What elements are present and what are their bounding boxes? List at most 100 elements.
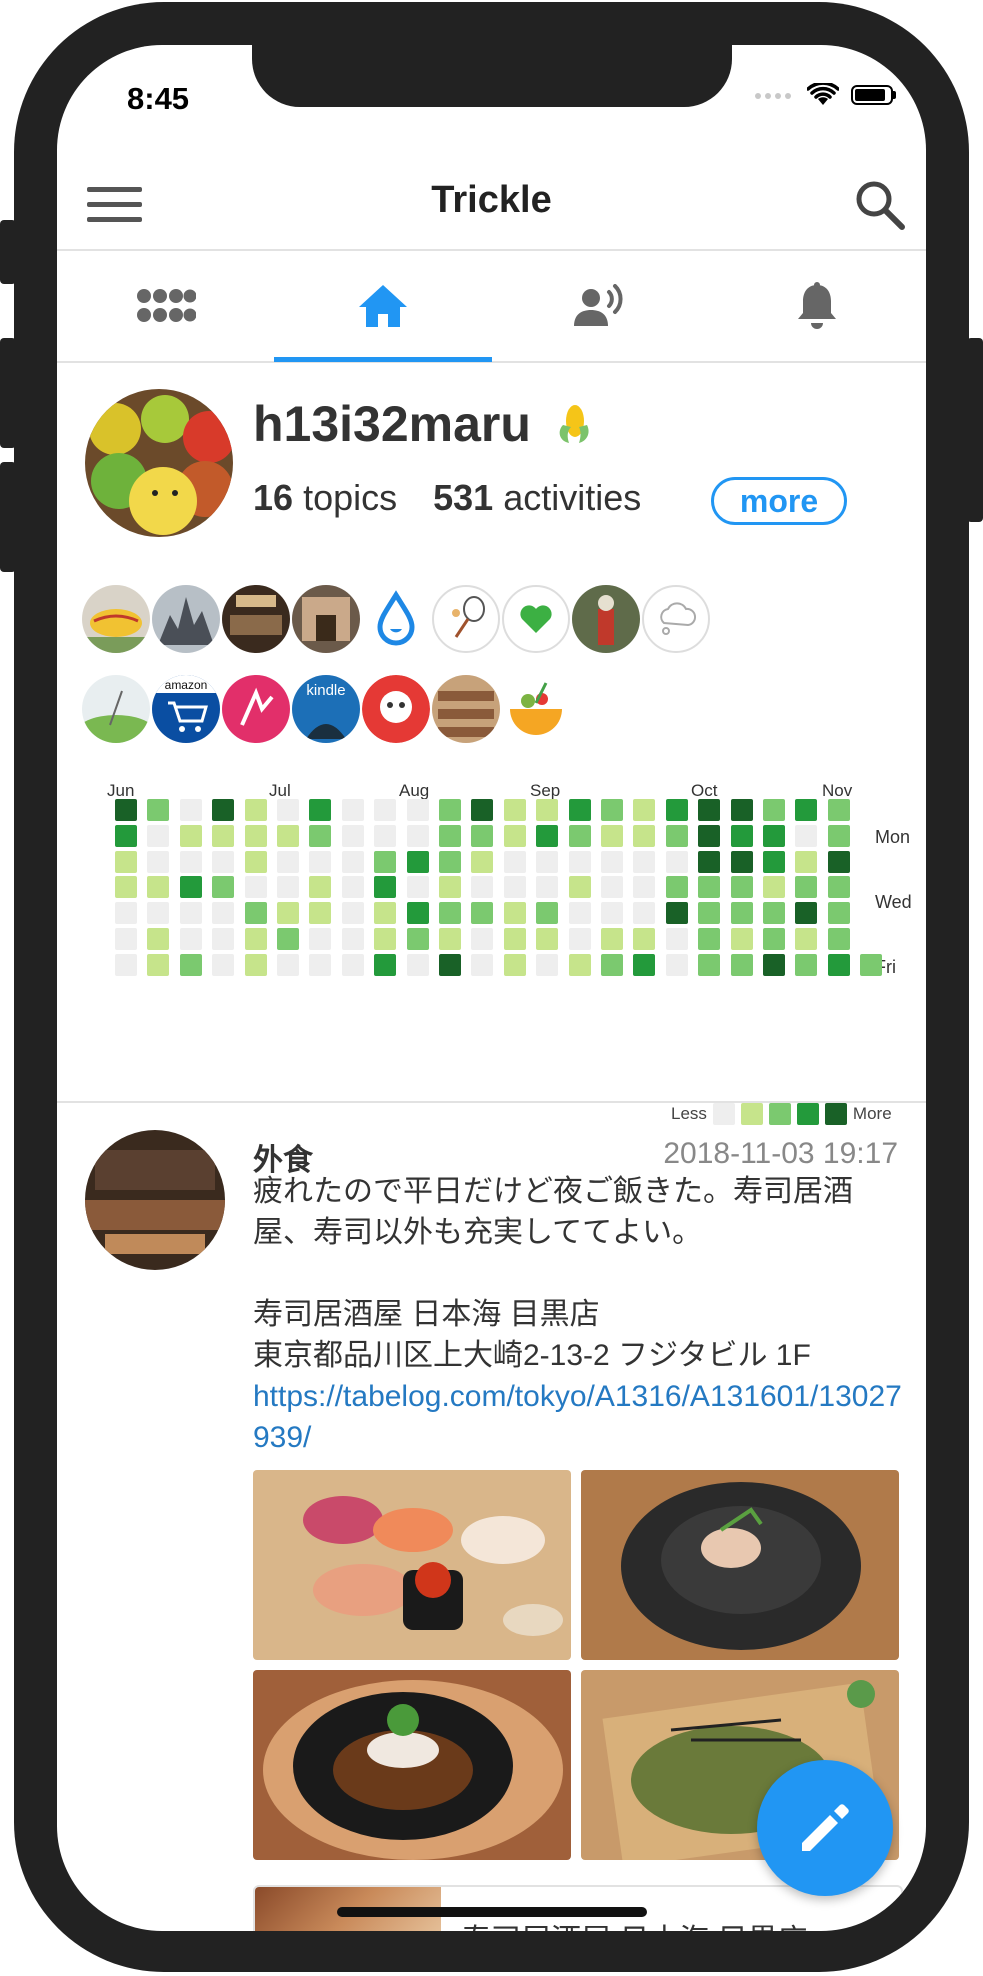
topic-icon-golf[interactable] <box>82 675 150 743</box>
heatmap-cell <box>309 876 332 899</box>
topic-icon-badminton[interactable] <box>432 585 500 653</box>
heatmap-cell <box>147 902 170 925</box>
legend-square <box>768 1103 791 1125</box>
heatmap-cell <box>503 928 526 950</box>
heatmap-cell <box>406 799 429 821</box>
heatmap-cell <box>439 824 461 847</box>
heatmap-cell <box>374 902 397 925</box>
heatmap-cell <box>115 928 137 950</box>
tab-announcements[interactable] <box>492 251 709 361</box>
heatmap-cell <box>763 928 785 950</box>
heatmap-cell <box>730 824 753 847</box>
topic-icon-amazon[interactable]: amazon <box>152 675 220 743</box>
heatmap-cell <box>665 850 688 873</box>
month-label: Sep <box>530 781 561 800</box>
topic-icon-character[interactable] <box>362 675 430 743</box>
heatmap-cell <box>698 876 721 899</box>
profile-stats: 16 topics 531 activities <box>253 477 641 519</box>
heatmap-cell <box>115 902 137 925</box>
heatmap-cell <box>277 876 299 899</box>
month-label: Nov <box>822 781 853 800</box>
heatmap-cell <box>147 876 170 899</box>
heatmap-cell <box>730 953 753 976</box>
post-timestamp: 2018-11-03 19:17 <box>663 1137 898 1170</box>
heatmap-cell <box>406 953 429 976</box>
more-button[interactable]: more <box>711 477 847 525</box>
heatmap-cell <box>179 902 202 925</box>
topic-icon-music[interactable] <box>222 675 290 743</box>
home-icon <box>358 285 407 327</box>
user-avatar[interactable] <box>85 389 233 537</box>
heatmap-cell <box>309 902 332 925</box>
search-icon[interactable] <box>852 177 908 233</box>
post-photo-bowl[interactable] <box>581 1470 899 1660</box>
topic-icon-omelette[interactable] <box>82 585 150 653</box>
heatmap-cell <box>471 876 494 899</box>
bell-icon <box>798 282 837 329</box>
topic-icon-salad-bowl[interactable] <box>502 675 570 743</box>
activities-count: 531 <box>433 477 494 518</box>
heatmap-cell <box>277 850 299 873</box>
post-photo-sushi[interactable] <box>253 1470 571 1660</box>
month-label: Jun <box>107 781 135 800</box>
heatmap-cell <box>698 953 721 976</box>
heatmap-legend: Less More <box>671 1103 892 1125</box>
status-icons <box>755 83 896 107</box>
heatmap-cell <box>341 850 364 873</box>
heatmap-cell <box>601 928 623 950</box>
heatmap-cell <box>860 953 883 976</box>
heatmap-cell <box>698 850 721 873</box>
tab-notifications[interactable] <box>709 251 926 361</box>
home-indicator[interactable] <box>337 1907 647 1917</box>
heatmap-cell <box>763 876 785 899</box>
heatmap-cell <box>277 799 299 821</box>
compose-button[interactable] <box>757 1760 893 1896</box>
heatmap-cell <box>212 799 235 821</box>
topic-icon-shop[interactable] <box>292 585 360 653</box>
topic-icon-shrine[interactable] <box>572 585 640 653</box>
heatmap-cell <box>568 902 591 925</box>
heatmap-cell <box>698 799 721 821</box>
heatmap-cell <box>665 902 688 925</box>
svg-text:kindle: kindle <box>306 682 345 699</box>
heatmap-cell <box>471 850 494 873</box>
heatmap-cell <box>277 902 299 925</box>
heatmap-cell <box>601 953 623 976</box>
heatmap-cell <box>341 876 364 899</box>
heatmap-cell <box>471 824 494 847</box>
heatmap-cell <box>374 850 397 873</box>
heatmap-cell <box>503 953 526 976</box>
heatmap-cell <box>665 824 688 847</box>
heatmap-cell <box>827 928 850 950</box>
topic-icon-thought-bubble[interactable] <box>642 585 710 653</box>
topic-icon-water-drop[interactable] <box>362 585 430 653</box>
heatmap-cell <box>179 824 202 847</box>
activity-heatmap: Jun Jul Aug Sep Oct Nov Mon Wed Fri Less… <box>79 781 919 1141</box>
heatmap-cell <box>115 953 137 976</box>
post-topic-avatar[interactable] <box>85 1130 225 1270</box>
heatmap-cell <box>244 799 267 821</box>
grid-apps-icon <box>136 289 196 322</box>
topic-icon-bakery[interactable] <box>432 675 500 743</box>
heatmap-cell <box>698 928 721 950</box>
legend-square <box>712 1103 735 1125</box>
heatmap-cell <box>115 824 137 847</box>
post-link[interactable]: https://tabelog.com/tokyo/A1316/A131601/… <box>253 1376 903 1458</box>
heatmap-cell <box>212 953 235 976</box>
heatmap-cell <box>536 928 559 950</box>
tab-home[interactable] <box>274 251 492 362</box>
heatmap-cell <box>212 850 235 873</box>
heatmap-cell <box>439 953 461 976</box>
topic-icon-fantasy-city[interactable] <box>152 585 220 653</box>
post-photo-grilled[interactable] <box>253 1670 571 1860</box>
topic-icon-kindle[interactable]: kindle <box>292 675 360 743</box>
tab-topics[interactable] <box>57 251 274 361</box>
heatmap-cell <box>341 902 364 925</box>
topics-label: topics <box>303 477 398 518</box>
topic-icon-cafe[interactable] <box>222 585 290 653</box>
topic-icon-green-heart[interactable] <box>502 585 570 653</box>
post-text: 疲れたので平日だけど夜ご飯きた。寿司居酒屋、寿司以外も充実しててよい。 <box>253 1175 853 1249</box>
heatmap-cell <box>147 928 170 950</box>
heatmap-cell <box>147 850 170 873</box>
heatmap-cell <box>147 824 170 847</box>
